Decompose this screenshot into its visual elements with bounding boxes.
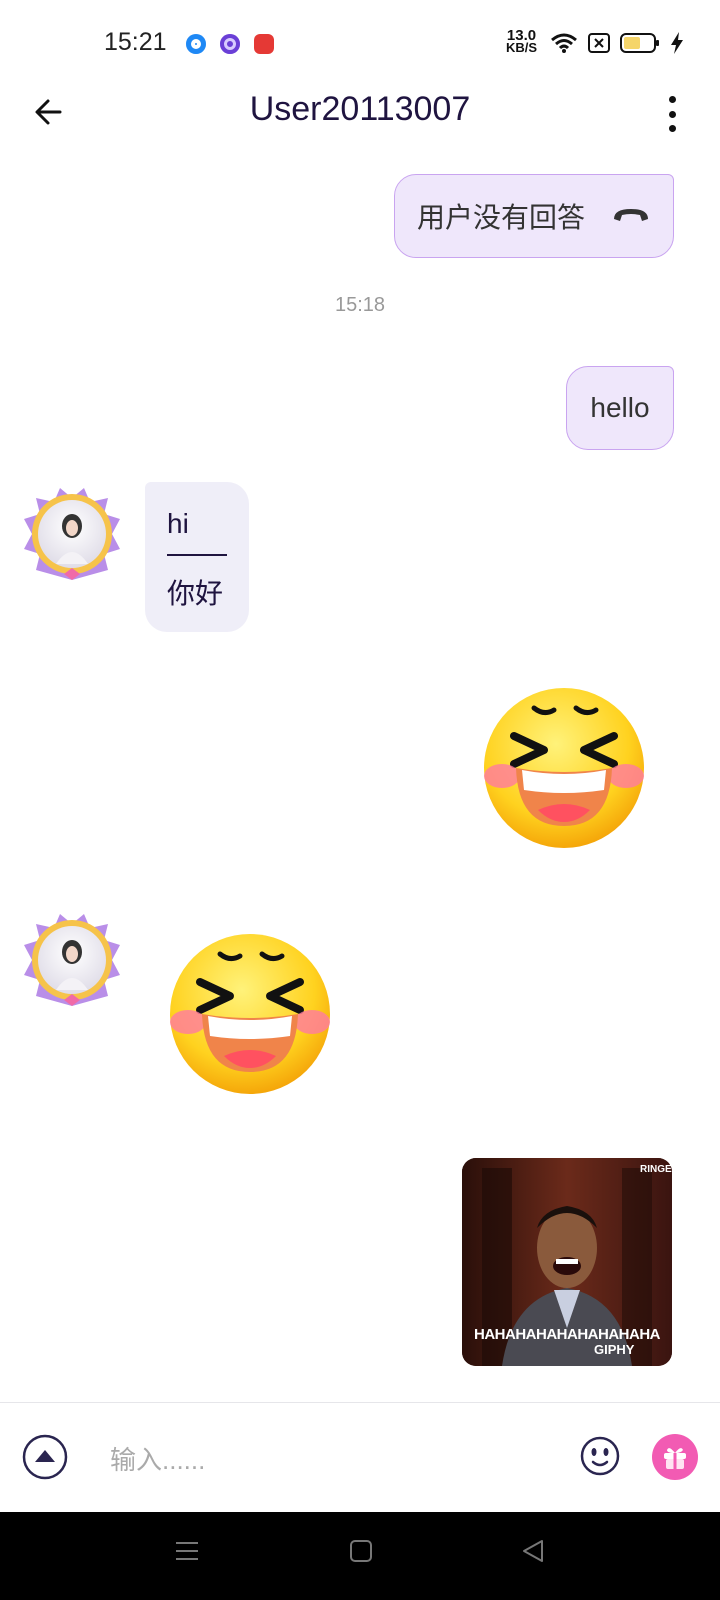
message-original-text: hi [167, 508, 189, 539]
purple-app-icon [220, 34, 240, 54]
battery-icon [620, 33, 659, 53]
net-speed: 13.0 KB/S [506, 28, 538, 55]
call-status-text: 用户没有回答 [417, 202, 586, 233]
gif-channel-label: RINGER [640, 1164, 679, 1175]
net-speed-unit: KB/S [506, 40, 538, 55]
sim-off-icon [588, 33, 610, 53]
message-translation-text: 你好 [167, 578, 224, 609]
avatar[interactable] [22, 484, 122, 584]
notification-icons [186, 34, 274, 54]
giphy-watermark: GIPHY [594, 1342, 635, 1357]
blue-app-icon [186, 34, 206, 54]
back-nav-icon[interactable] [520, 1538, 546, 1564]
charging-icon [671, 32, 683, 54]
avatar[interactable] [22, 910, 122, 1010]
call-status-bubble[interactable]: 用户没有回答 [394, 174, 674, 258]
gif-caption: HAHAHAHAHAHAHAHAHA [474, 1326, 661, 1343]
more-vertical-icon[interactable] [660, 92, 684, 136]
system-nav-bar [0, 1512, 720, 1600]
gift-button[interactable] [652, 1434, 698, 1480]
laughing-emoji[interactable] [482, 686, 646, 850]
laughing-emoji[interactable] [168, 932, 332, 1096]
baidu-icon [254, 34, 274, 54]
smiley-icon[interactable] [580, 1436, 620, 1476]
home-icon[interactable] [348, 1538, 374, 1564]
gift-icon [664, 1448, 686, 1469]
message-input[interactable] [108, 1436, 552, 1484]
phone-hangup-icon [614, 209, 648, 221]
chevron-up-circle-icon[interactable] [22, 1434, 68, 1480]
message-timestamp: 15:18 [334, 294, 386, 316]
input-divider [0, 1402, 720, 1403]
wifi-icon [551, 33, 577, 53]
status-time: 15:21 [104, 28, 167, 56]
translation-divider [167, 554, 227, 556]
outgoing-message[interactable]: hello [566, 366, 674, 450]
system-icons [550, 32, 684, 54]
incoming-message[interactable]: hi 你好 [145, 482, 249, 632]
menu-icon[interactable] [174, 1538, 200, 1564]
chat-title: User20113007 [249, 90, 471, 128]
